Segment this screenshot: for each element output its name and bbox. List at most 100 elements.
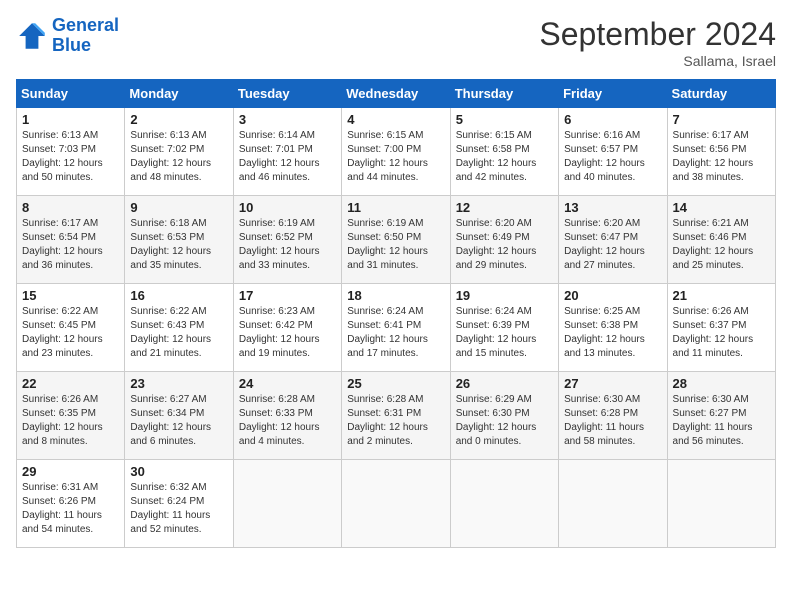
logo-line2: Blue [52, 35, 91, 55]
calendar-cell: 19 Sunrise: 6:24 AM Sunset: 6:39 PM Dayli… [450, 284, 558, 372]
day-number: 24 [239, 376, 336, 391]
day-info: Sunrise: 6:30 AM Sunset: 6:27 PM Dayligh… [673, 393, 770, 449]
calendar-cell: 1 Sunrise: 6:13 AM Sunset: 7:03 PM Daylig… [17, 108, 125, 196]
day-info: Sunrise: 6:13 AM Sunset: 7:03 PM Dayligh… [22, 129, 119, 185]
day-info: Sunrise: 6:29 AM Sunset: 6:30 PM Dayligh… [456, 393, 553, 449]
calendar-week-row: 1 Sunrise: 6:13 AM Sunset: 7:03 PM Daylig… [17, 108, 776, 196]
day-info: Sunrise: 6:17 AM Sunset: 6:56 PM Dayligh… [673, 129, 770, 185]
day-number: 16 [130, 288, 227, 303]
month-title: September 2024 [539, 16, 776, 53]
calendar-week-row: 22 Sunrise: 6:26 AM Sunset: 6:35 PM Dayli… [17, 372, 776, 460]
day-number: 19 [456, 288, 553, 303]
calendar-cell: 24 Sunrise: 6:28 AM Sunset: 6:33 PM Dayli… [233, 372, 341, 460]
day-number: 22 [22, 376, 119, 391]
calendar-week-row: 29Sunrise: 6:31 AM Sunset: 6:26 PM Dayli… [17, 460, 776, 548]
calendar-cell: 12 Sunrise: 6:20 AM Sunset: 6:49 PM Dayli… [450, 196, 558, 284]
calendar-cell: 16 Sunrise: 6:22 AM Sunset: 6:43 PM Dayli… [125, 284, 233, 372]
calendar-cell: 23 Sunrise: 6:27 AM Sunset: 6:34 PM Dayli… [125, 372, 233, 460]
calendar-cell: 30 Sunrise: 6:32 AM Sunset: 6:24 PM Dayli… [125, 460, 233, 548]
day-info: Sunrise: 6:23 AM Sunset: 6:42 PM Dayligh… [239, 305, 336, 361]
day-number: 20 [564, 288, 661, 303]
day-info: Sunrise: 6:18 AM Sunset: 6:53 PM Dayligh… [130, 217, 227, 273]
day-info: Sunrise: 6:22 AM Sunset: 6:43 PM Dayligh… [130, 305, 227, 361]
calendar-cell: 22 Sunrise: 6:26 AM Sunset: 6:35 PM Dayli… [17, 372, 125, 460]
day-info: Sunrise: 6:32 AM Sunset: 6:24 PM Dayligh… [130, 481, 227, 537]
day-number: 6 [564, 112, 661, 127]
day-number: 26 [456, 376, 553, 391]
day-info: Sunrise: 6:13 AM Sunset: 7:02 PM Dayligh… [130, 129, 227, 185]
calendar-cell: 5 Sunrise: 6:15 AM Sunset: 6:58 PM Daylig… [450, 108, 558, 196]
day-info: Sunrise: 6:26 AM Sunset: 6:37 PM Dayligh… [673, 305, 770, 361]
day-number: 9 [130, 200, 227, 215]
day-info: Sunrise: 6:15 AM Sunset: 7:00 PM Dayligh… [347, 129, 444, 185]
day-info: Sunrise: 6:24 AM Sunset: 6:41 PM Dayligh… [347, 305, 444, 361]
day-number: 28 [673, 376, 770, 391]
day-info: Sunrise: 6:20 AM Sunset: 6:49 PM Dayligh… [456, 217, 553, 273]
calendar-cell [233, 460, 341, 548]
day-number: 4 [347, 112, 444, 127]
weekday-header: Saturday [667, 80, 775, 108]
day-number: 25 [347, 376, 444, 391]
day-number: 21 [673, 288, 770, 303]
day-info: Sunrise: 6:28 AM Sunset: 6:33 PM Dayligh… [239, 393, 336, 449]
calendar-cell: 3 Sunrise: 6:14 AM Sunset: 7:01 PM Daylig… [233, 108, 341, 196]
day-info: Sunrise: 6:28 AM Sunset: 6:31 PM Dayligh… [347, 393, 444, 449]
calendar-cell: 20Sunrise: 6:25 AM Sunset: 6:38 PM Dayli… [559, 284, 667, 372]
calendar-cell: 13 Sunrise: 6:20 AM Sunset: 6:47 PM Dayli… [559, 196, 667, 284]
day-number: 1 [22, 112, 119, 127]
calendar-cell: 25 Sunrise: 6:28 AM Sunset: 6:31 PM Dayli… [342, 372, 450, 460]
weekday-header: Monday [125, 80, 233, 108]
weekday-header: Tuesday [233, 80, 341, 108]
weekday-header: Friday [559, 80, 667, 108]
weekday-header: Sunday [17, 80, 125, 108]
day-number: 13 [564, 200, 661, 215]
calendar-cell: 2 Sunrise: 6:13 AM Sunset: 7:02 PM Daylig… [125, 108, 233, 196]
day-number: 5 [456, 112, 553, 127]
day-number: 8 [22, 200, 119, 215]
calendar-cell: 27 Sunrise: 6:30 AM Sunset: 6:28 PM Dayli… [559, 372, 667, 460]
day-info: Sunrise: 6:14 AM Sunset: 7:01 PM Dayligh… [239, 129, 336, 185]
day-number: 18 [347, 288, 444, 303]
day-number: 27 [564, 376, 661, 391]
weekday-header: Wednesday [342, 80, 450, 108]
weekday-header: Thursday [450, 80, 558, 108]
logo-icon [16, 20, 48, 52]
day-info: Sunrise: 6:15 AM Sunset: 6:58 PM Dayligh… [456, 129, 553, 185]
day-info: Sunrise: 6:30 AM Sunset: 6:28 PM Dayligh… [564, 393, 661, 449]
logo-line1: General [52, 15, 119, 35]
calendar-cell: 21 Sunrise: 6:26 AM Sunset: 6:37 PM Dayli… [667, 284, 775, 372]
day-number: 12 [456, 200, 553, 215]
calendar-cell [559, 460, 667, 548]
day-number: 29 [22, 464, 119, 479]
day-info: Sunrise: 6:26 AM Sunset: 6:35 PM Dayligh… [22, 393, 119, 449]
day-number: 3 [239, 112, 336, 127]
day-info: Sunrise: 6:17 AM Sunset: 6:54 PM Dayligh… [22, 217, 119, 273]
day-number: 7 [673, 112, 770, 127]
day-number: 23 [130, 376, 227, 391]
logo: General Blue [16, 16, 119, 56]
day-info: Sunrise: 6:24 AM Sunset: 6:39 PM Dayligh… [456, 305, 553, 361]
day-info: Sunrise: 6:20 AM Sunset: 6:47 PM Dayligh… [564, 217, 661, 273]
day-info: Sunrise: 6:19 AM Sunset: 6:52 PM Dayligh… [239, 217, 336, 273]
page-header: General Blue September 2024 Sallama, Isr… [16, 16, 776, 69]
day-number: 2 [130, 112, 227, 127]
day-number: 30 [130, 464, 227, 479]
day-info: Sunrise: 6:27 AM Sunset: 6:34 PM Dayligh… [130, 393, 227, 449]
day-number: 15 [22, 288, 119, 303]
calendar-cell: 9 Sunrise: 6:18 AM Sunset: 6:53 PM Daylig… [125, 196, 233, 284]
logo-text: General Blue [52, 16, 119, 56]
calendar-cell: 29Sunrise: 6:31 AM Sunset: 6:26 PM Dayli… [17, 460, 125, 548]
calendar-header-row: SundayMondayTuesdayWednesdayThursdayFrid… [17, 80, 776, 108]
calendar-cell: 14Sunrise: 6:21 AM Sunset: 6:46 PM Dayli… [667, 196, 775, 284]
calendar-cell: 28 Sunrise: 6:30 AM Sunset: 6:27 PM Dayli… [667, 372, 775, 460]
calendar-week-row: 15Sunrise: 6:22 AM Sunset: 6:45 PM Dayli… [17, 284, 776, 372]
calendar-cell: 8 Sunrise: 6:17 AM Sunset: 6:54 PM Daylig… [17, 196, 125, 284]
calendar-table: SundayMondayTuesdayWednesdayThursdayFrid… [16, 79, 776, 548]
title-block: September 2024 Sallama, Israel [539, 16, 776, 69]
calendar-cell [667, 460, 775, 548]
calendar-week-row: 8 Sunrise: 6:17 AM Sunset: 6:54 PM Daylig… [17, 196, 776, 284]
calendar-cell: 10Sunrise: 6:19 AM Sunset: 6:52 PM Dayli… [233, 196, 341, 284]
day-info: Sunrise: 6:19 AM Sunset: 6:50 PM Dayligh… [347, 217, 444, 273]
calendar-cell: 18 Sunrise: 6:24 AM Sunset: 6:41 PM Dayli… [342, 284, 450, 372]
calendar-cell: 11Sunrise: 6:19 AM Sunset: 6:50 PM Dayli… [342, 196, 450, 284]
